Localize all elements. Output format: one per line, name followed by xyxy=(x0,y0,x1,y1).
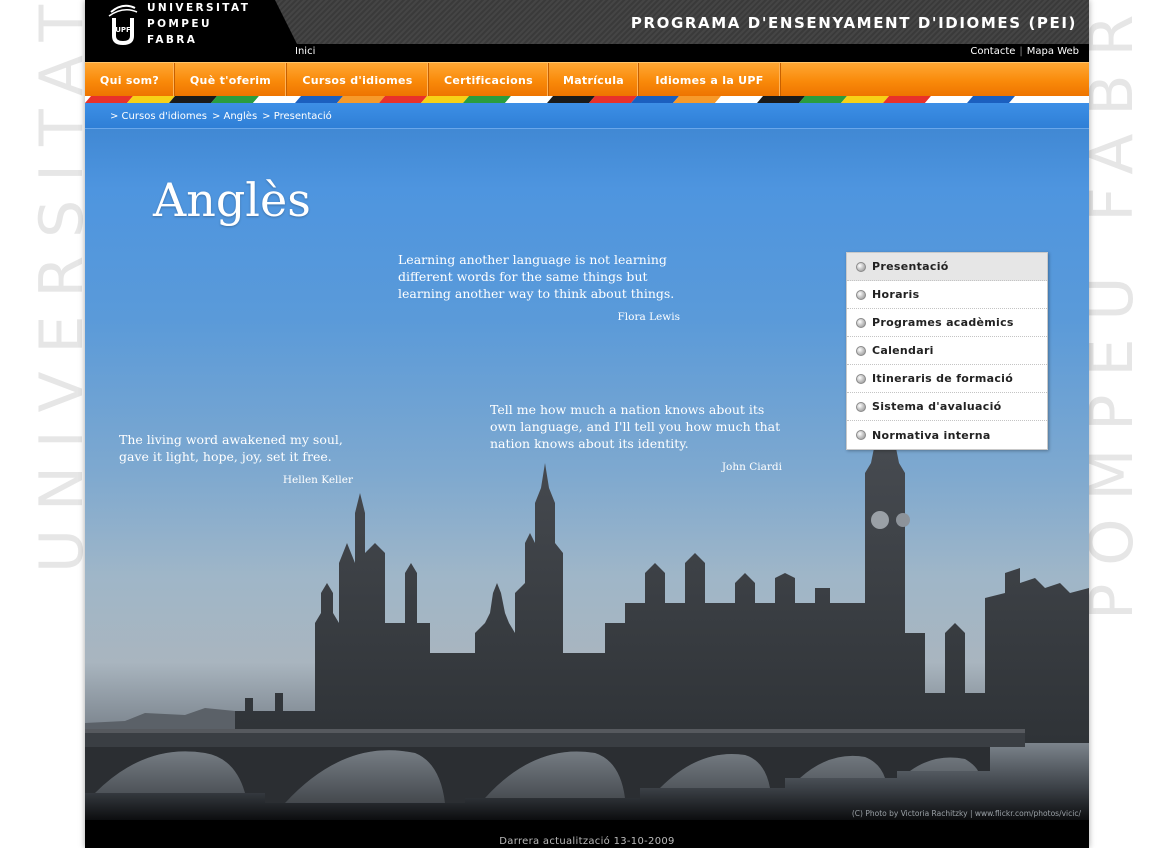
program-title: PROGRAMA D'ENSENYAMENT D'IDIOMES (PEI) xyxy=(630,14,1077,32)
sitemap-link[interactable]: Mapa Web xyxy=(1027,46,1079,57)
stripe-segment xyxy=(463,96,511,103)
stripe-segment xyxy=(757,96,805,103)
side-menu-label: Calendari xyxy=(872,344,934,357)
side-menu-label: Horaris xyxy=(872,288,920,301)
breadcrumb: > Cursos d'idiomes > Anglès > Presentaci… xyxy=(110,111,332,122)
side-menu-label: Sistema d'avaluació xyxy=(872,400,1002,413)
upf-logo[interactable]: UPF UNIVERSITAT POMPEU FABRA xyxy=(105,2,255,46)
breadcrumb-bar: > Cursos d'idiomes > Anglès > Presentaci… xyxy=(85,103,1089,129)
bullet-icon xyxy=(856,373,866,384)
main-nav: Qui som? Què t'oferim Cursos d'idiomes C… xyxy=(85,62,1089,97)
nav-item-certificacions[interactable]: Certificacions xyxy=(429,63,549,97)
quote-author: Flora Lewis xyxy=(617,311,680,323)
big-ben-clock-right xyxy=(896,513,910,527)
side-menu-presentacio[interactable]: Presentació xyxy=(847,253,1047,281)
side-menu-itineraris[interactable]: Itineraris de formació xyxy=(847,365,1047,393)
quote-text: Learning another language is not learnin… xyxy=(398,252,675,301)
page-title: Anglès xyxy=(153,173,311,227)
stripe-segment xyxy=(547,96,595,103)
upf-logo-mark-icon: UPF xyxy=(105,2,141,46)
stripe-segment xyxy=(337,96,385,103)
stripe-segment xyxy=(883,96,931,103)
photo-credit: (C) Photo by Victoria Rachitzky | www.fl… xyxy=(851,809,1081,818)
side-menu-label: Presentació xyxy=(872,260,949,273)
side-menu-normativa[interactable]: Normativa interna xyxy=(847,421,1047,449)
nav-item-idiomes-upf[interactable]: Idiomes a la UPF xyxy=(639,63,781,97)
side-menu-label: Itineraris de formació xyxy=(872,372,1014,385)
bullet-icon xyxy=(856,430,866,440)
page-container: UPF UNIVERSITAT POMPEU FABRA PROGRAMA D'… xyxy=(85,0,1089,848)
contact-link[interactable]: Contacte xyxy=(970,46,1015,57)
footer: Darrera actualització 13-10-2009 xyxy=(85,820,1089,848)
stripe-segment xyxy=(967,96,1015,103)
stripe-segment xyxy=(589,96,637,103)
breadcrumb-angles[interactable]: > Anglès xyxy=(212,111,257,122)
nav-item-cursos[interactable]: Cursos d'idiomes xyxy=(287,63,429,97)
stripe-segment xyxy=(85,96,133,103)
side-menu-programes[interactable]: Programes acadèmics xyxy=(847,309,1047,337)
hero-area: > Cursos d'idiomes > Anglès > Presentaci… xyxy=(85,103,1089,820)
nav-item-matricula[interactable]: Matrícula xyxy=(549,63,639,97)
stripe-segment xyxy=(169,96,217,103)
stripe-segment xyxy=(127,96,175,103)
stripe-segment xyxy=(631,96,679,103)
stripe-segment xyxy=(715,96,763,103)
big-ben-clock-left xyxy=(871,511,889,529)
breadcrumb-presentacio[interactable]: > Presentació xyxy=(262,111,332,122)
stripe-segment xyxy=(295,96,343,103)
stripe-segment xyxy=(421,96,469,103)
nav-item-qui-som[interactable]: Qui som? xyxy=(85,63,175,97)
stripe-segment xyxy=(799,96,847,103)
side-menu-label: Normativa interna xyxy=(872,428,991,442)
stripe-segment xyxy=(673,96,721,103)
color-stripe xyxy=(85,96,1089,103)
side-menu-avaluacio[interactable]: Sistema d'avaluació xyxy=(847,393,1047,421)
nav-item-que-oferim[interactable]: Què t'oferim xyxy=(175,63,287,97)
svg-text:UPF: UPF xyxy=(115,26,131,34)
stripe-segment xyxy=(379,96,427,103)
stripe-segment xyxy=(211,96,259,103)
bullet-icon xyxy=(856,289,866,300)
stripe-segment xyxy=(253,96,301,103)
top-links: Contacte | Mapa Web xyxy=(970,46,1079,57)
side-menu-label: Programes acadèmics xyxy=(872,316,1014,329)
breadcrumb-cursos[interactable]: > Cursos d'idiomes xyxy=(110,111,207,122)
bullet-icon xyxy=(856,261,866,272)
side-menu-calendari[interactable]: Calendari xyxy=(847,337,1047,365)
header: UPF UNIVERSITAT POMPEU FABRA PROGRAMA D'… xyxy=(85,0,1089,62)
top-links-separator: | xyxy=(1019,46,1023,57)
quote-flora-lewis: Learning another language is not learnin… xyxy=(398,251,680,326)
westminster-skyline-photo xyxy=(85,403,1089,820)
bullet-icon xyxy=(856,401,866,412)
bullet-icon xyxy=(856,345,866,356)
side-menu: Presentació Horaris Programes acadèmics … xyxy=(846,252,1048,450)
logo-line2: POMPEU FABRA xyxy=(147,18,212,46)
last-update-text: Darrera actualització 13-10-2009 xyxy=(499,836,675,847)
stripe-segment xyxy=(841,96,889,103)
logo-line1: UNIVERSITAT xyxy=(147,2,251,14)
side-menu-horaris[interactable]: Horaris xyxy=(847,281,1047,309)
home-link[interactable]: Inici xyxy=(295,46,315,57)
bullet-icon xyxy=(856,317,866,328)
stripe-segment xyxy=(925,96,973,103)
stripe-segment xyxy=(505,96,553,103)
logo-text: UNIVERSITAT POMPEU FABRA xyxy=(147,0,255,48)
